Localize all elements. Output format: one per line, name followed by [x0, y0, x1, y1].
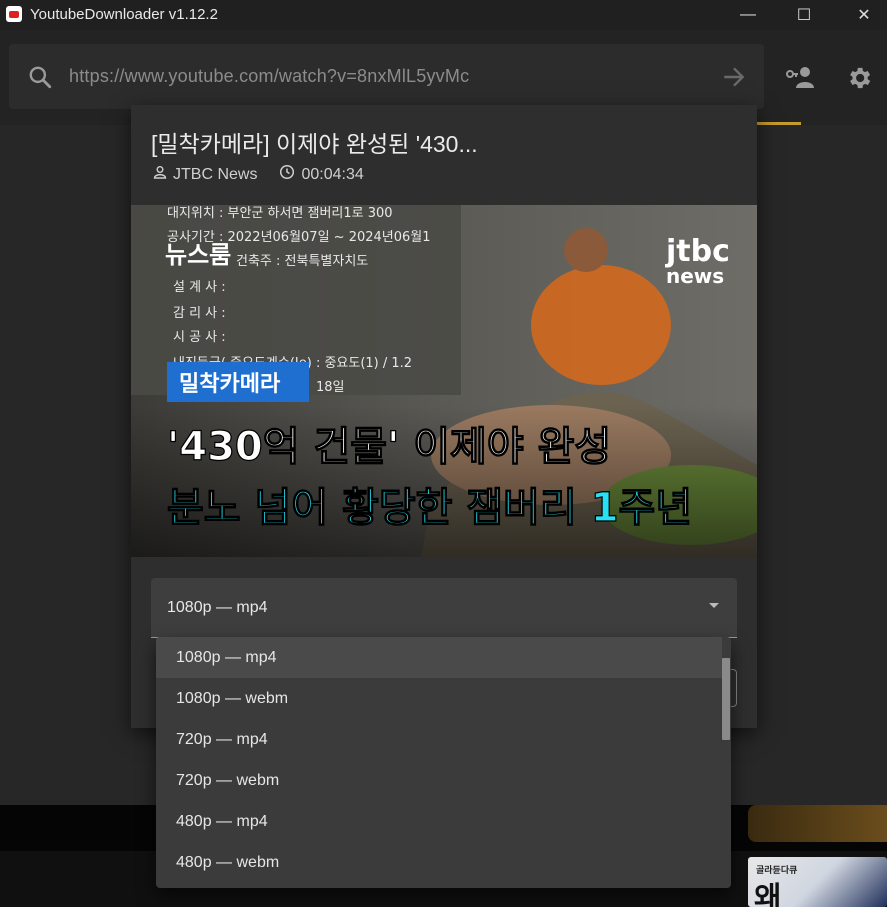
background-thumbnail	[748, 805, 887, 842]
person-icon	[153, 165, 173, 184]
minimize-button[interactable]: —	[725, 0, 771, 30]
url-input[interactable]: https://www.youtube.com/watch?v=8nxMlL5y…	[69, 66, 469, 87]
format-option[interactable]: 1080p — mp4	[156, 637, 722, 678]
close-button[interactable]: ✕	[841, 0, 887, 30]
video-thumbnail: 대지위치 : 부안군 하서면 잼버리1로 300 공사기간 : 2022년06월…	[131, 205, 757, 557]
format-option[interactable]: 720p — webm	[156, 760, 722, 801]
arrow-right-icon[interactable]	[721, 64, 747, 95]
search-icon	[27, 64, 53, 95]
clock-icon	[279, 164, 301, 185]
auth-icon[interactable]	[784, 64, 816, 95]
thumbnail-headline-2: 분노 넘어 황당한 잼버리 1주년	[167, 485, 692, 531]
sign-row: 18일	[316, 380, 345, 395]
video-duration: 00:04:34	[301, 165, 364, 183]
video-meta: JTBC News 00:04:34	[153, 164, 386, 185]
sign-row: 건축주 : 전북특별자치도	[236, 254, 368, 269]
thumbnail-newsroom-label: 뉴스룸	[165, 241, 231, 269]
video-title: [밀착카메라] 이제야 완성된 '430...	[151, 131, 478, 157]
title-bar: YoutubeDownloader v1.12.2 — ☐ ✕	[0, 0, 887, 30]
download-dialog: [밀착카메라] 이제야 완성된 '430... JTBC News 00:04:…	[131, 105, 757, 728]
gear-icon[interactable]	[845, 64, 873, 97]
jtbc-logo-bottom: news	[666, 264, 724, 288]
sign-row: 감 리 사 :	[173, 306, 226, 321]
url-input-container[interactable]: https://www.youtube.com/watch?v=8nxMlL5y…	[9, 44, 764, 109]
thumbnail-headline-1: '430억 건물' 이제야 완성	[167, 424, 611, 470]
format-option[interactable]: 1080p — webm	[156, 678, 722, 719]
thumbnail-tag: 밀착카메라	[179, 372, 281, 397]
sign-row: 대지위치 : 부안군 하서면 잼버리1로 300	[167, 206, 393, 221]
sign-row: 시 공 사 :	[173, 330, 226, 345]
thumbnail-big-text: 왜	[754, 882, 782, 907]
sign-row: 설 계 사 :	[173, 280, 226, 295]
chevron-down-icon	[709, 603, 719, 608]
channel-name: JTBC News	[173, 165, 258, 183]
format-option[interactable]: 480p — webm	[156, 842, 722, 883]
format-option[interactable]: 720p — mp4	[156, 719, 722, 760]
format-select-value: 1080p — mp4	[167, 599, 268, 616]
format-option[interactable]: 480p — mp4	[156, 801, 722, 842]
duration-info: 00:04:34	[279, 164, 364, 185]
dropdown-scrollbar[interactable]	[722, 658, 730, 740]
app-logo-icon	[6, 6, 22, 22]
background-video-thumbnail: 골라듄다큐 왜	[748, 857, 887, 907]
format-dropdown-menu: 1080p — mp4 1080p — webm 720p — mp4 720p…	[156, 637, 731, 888]
channel-info: JTBC News	[153, 165, 257, 184]
maximize-button[interactable]: ☐	[781, 0, 827, 30]
window-title: YoutubeDownloader v1.12.2	[30, 6, 218, 23]
format-select[interactable]: 1080p — mp4	[151, 578, 737, 638]
